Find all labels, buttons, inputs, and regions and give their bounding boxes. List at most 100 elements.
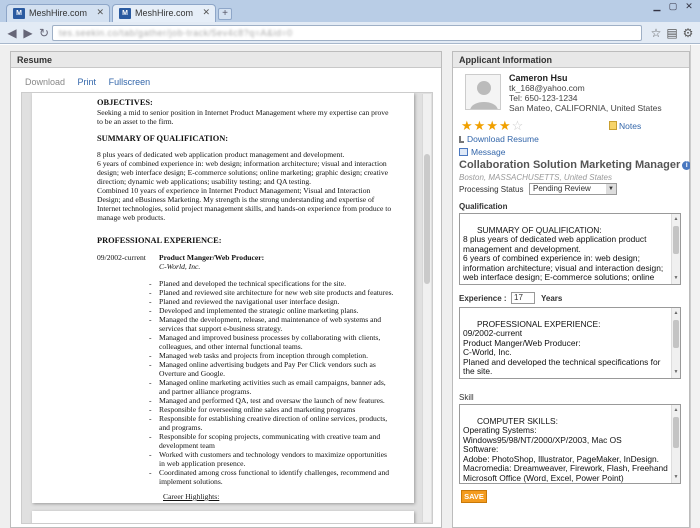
- star-empty-icon[interactable]: ☆: [512, 118, 525, 133]
- address-bar[interactable]: tes.seekin.co/tab/gather/job-track/5ev4c…: [52, 25, 642, 41]
- scroll-up-icon: ▲: [673, 216, 679, 222]
- job-location: Boston, MASSACHUSETTS, United States: [459, 173, 612, 182]
- scrollbar-thumb[interactable]: [424, 154, 430, 284]
- experience-company: C-World, Inc.: [159, 262, 201, 271]
- applicant-location: San Mateo, CALIFORNIA, United States: [509, 103, 662, 113]
- list-item: - Managed the development, release, and m…: [149, 315, 382, 333]
- reload-icon[interactable]: ↻: [36, 25, 52, 41]
- download-link[interactable]: Download: [25, 77, 65, 87]
- page-content: Resume Download Print Fullscreen OBJECTI…: [0, 45, 700, 528]
- resume-page-2: [32, 511, 414, 523]
- download-resume-link[interactable]: Download Resume: [459, 134, 539, 144]
- new-tab-button[interactable]: +: [218, 8, 232, 20]
- save-button[interactable]: SAVE: [461, 490, 487, 503]
- document-scrollbar[interactable]: [422, 94, 431, 522]
- page-scrollbar[interactable]: [690, 45, 700, 528]
- experience-heading: PROFESSIONAL EXPERIENCE:: [97, 236, 222, 245]
- window-controls: ▁ ▢ ✕: [650, 1, 696, 12]
- applicant-name: Cameron Hsu: [509, 73, 568, 83]
- list-item: - Developed and implemented the strategic…: [149, 306, 359, 315]
- star-icon[interactable]: ★: [474, 118, 487, 133]
- avatar: [465, 74, 501, 110]
- experience-years-input[interactable]: 17: [511, 292, 535, 304]
- experience-bullets: - Planed and developed the technical spec…: [149, 279, 394, 486]
- browser-toolbar: ◀ ▶ ↻ tes.seekin.co/tab/gather/job-track…: [0, 22, 700, 44]
- address-url: tes.seekin.co/tab/gather/job-track/5ev4c…: [59, 28, 293, 38]
- document-viewer[interactable]: OBJECTIVES: Seeking a mid to senior posi…: [21, 92, 433, 524]
- skill-textarea[interactable]: COMPUTER SKILLS: Operating Systems: Wind…: [459, 404, 681, 484]
- paperclip-icon: [459, 136, 464, 143]
- resume-page: OBJECTIVES: Seeking a mid to senior posi…: [32, 93, 414, 503]
- experience-label: Experience :: [459, 294, 507, 303]
- list-item: - Responsible for scoping projects, commu…: [149, 432, 381, 450]
- objectives-text: Seeking a mid to senior position in Inte…: [97, 108, 389, 126]
- download-resume-label: Download Resume: [467, 134, 539, 144]
- forward-arrow-icon[interactable]: ▶: [20, 25, 36, 41]
- note-icon: [609, 121, 617, 130]
- back-arrow-icon[interactable]: ◀: [4, 25, 20, 41]
- experience-date: 09/2002-current: [97, 253, 146, 262]
- notes-link[interactable]: Notes: [609, 121, 641, 131]
- browser-tab-1[interactable]: M MeshHire.com ✕: [6, 4, 110, 22]
- applicant-panel-title: Applicant Information: [453, 52, 689, 68]
- meshhire-favicon-icon: M: [13, 8, 25, 19]
- processing-status-value: Pending Review: [533, 184, 591, 193]
- browser-tab-label: MeshHire.com: [29, 8, 88, 18]
- processing-status-select[interactable]: Pending Review ▼: [529, 183, 617, 195]
- star-icon[interactable]: ★: [486, 118, 499, 133]
- rating-stars[interactable]: ★★★★☆: [461, 118, 524, 134]
- close-tab-icon[interactable]: ✕: [202, 7, 210, 18]
- processing-status-row: Processing Status Pending Review ▼: [459, 183, 617, 195]
- applicant-email: tk_168@yahoo.com: [509, 83, 585, 93]
- summary-heading: SUMMARY OF QUALIFICATION:: [97, 134, 229, 143]
- browser-tab-2[interactable]: M MeshHire.com ✕: [112, 4, 216, 22]
- summary-line: 6 years of combined experience in: web d…: [97, 159, 388, 186]
- textarea-scrollbar[interactable]: ▲ ▼: [671, 405, 680, 483]
- list-item: - Managed web tasks and projects from inc…: [149, 351, 368, 360]
- tab-bar: M MeshHire.com ✕ M MeshHire.com ✕ + ▁ ▢ …: [0, 0, 700, 22]
- bookmark-star-icon[interactable]: ☆: [648, 25, 664, 41]
- list-item: - Planed and reviewed the navigational us…: [149, 297, 340, 306]
- message-link[interactable]: Message: [459, 147, 506, 157]
- fullscreen-link[interactable]: Fullscreen: [109, 77, 151, 87]
- list-item: - Responsible for overseeing online sales…: [149, 405, 356, 414]
- list-item: - Coordinated among cross functional to i…: [149, 468, 390, 486]
- list-item: - Planed and developed the technical spec…: [149, 279, 347, 288]
- experience-textarea[interactable]: PROFESSIONAL EXPERIENCE: 09/2002-current…: [459, 307, 681, 379]
- wrench-icon[interactable]: ⚙: [680, 25, 696, 41]
- list-item: - Responsible for establishing creative d…: [149, 414, 388, 432]
- scroll-down-icon: ▼: [673, 274, 679, 281]
- list-item: - Managed online advertising budgets and …: [149, 360, 376, 378]
- scroll-down-icon: ▼: [673, 473, 679, 480]
- experience-row: Experience : 17 Years: [459, 292, 562, 304]
- processing-status-label: Processing Status: [459, 185, 524, 194]
- resume-panel-title: Resume: [11, 52, 441, 68]
- browser-tab-label: MeshHire.com: [135, 8, 194, 18]
- envelope-icon: [459, 148, 468, 156]
- skill-text: COMPUTER SKILLS: Operating Systems: Wind…: [463, 415, 668, 483]
- textarea-scrollbar[interactable]: ▲ ▼: [671, 308, 680, 378]
- textarea-scrollbar[interactable]: ▲ ▼: [671, 214, 680, 284]
- career-highlights-heading: Career Highlights:: [163, 492, 220, 501]
- scroll-down-icon: ▼: [673, 368, 679, 375]
- notes-label: Notes: [619, 121, 642, 131]
- close-tab-icon[interactable]: ✕: [96, 7, 104, 18]
- meshhire-favicon-icon: M: [119, 8, 131, 19]
- list-item: - Planed and reviewed site architecture f…: [149, 288, 394, 297]
- objectives-heading: OBJECTIVES:: [97, 98, 153, 107]
- star-icon[interactable]: ★: [499, 118, 512, 133]
- experience-entry: 09/2002-current Product Manger/Web Produ…: [97, 253, 394, 271]
- list-item: - Managed and performed QA, test and over…: [149, 396, 385, 405]
- summary-line: Combined 10 years of experience in Inter…: [97, 186, 392, 222]
- page-menu-icon[interactable]: ▤: [664, 25, 680, 41]
- qualification-textarea[interactable]: SUMMARY OF QUALIFICATION: 8 plus years o…: [459, 213, 681, 285]
- close-window-icon[interactable]: ✕: [682, 1, 696, 12]
- applicant-panel: Applicant Information Cameron Hsu tk_168…: [452, 51, 692, 528]
- skill-label: Skill: [459, 393, 474, 402]
- minimize-icon[interactable]: ▁: [650, 1, 664, 12]
- qualification-text: SUMMARY OF QUALIFICATION: 8 plus years o…: [463, 224, 664, 284]
- star-icon[interactable]: ★: [461, 118, 474, 133]
- experience-text: PROFESSIONAL EXPERIENCE: 09/2002-current…: [463, 318, 666, 378]
- maximize-icon[interactable]: ▢: [666, 1, 680, 12]
- print-link[interactable]: Print: [78, 77, 97, 87]
